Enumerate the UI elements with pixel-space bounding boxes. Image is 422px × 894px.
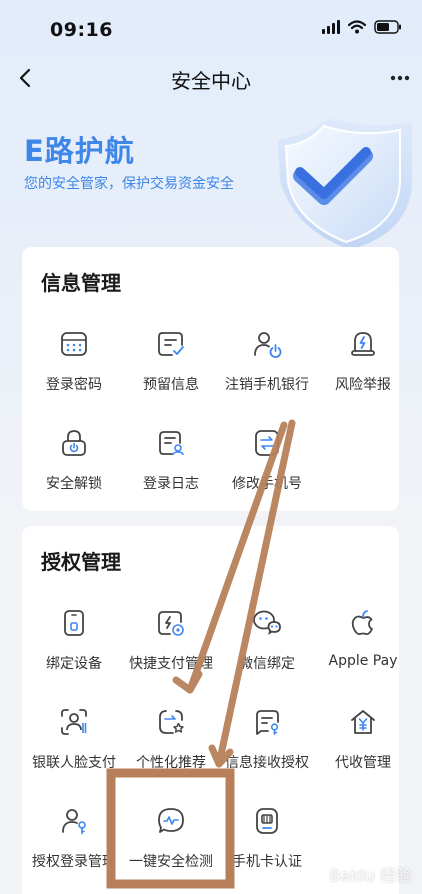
item-reserved-info[interactable]: 预留信息 <box>123 329 219 409</box>
unlock-icon <box>59 428 89 458</box>
shield-check-icon <box>262 100 422 260</box>
item-apple-pay[interactable]: Apple Pay <box>315 608 411 688</box>
item-label: 风险举报 <box>335 377 391 393</box>
security-center-page: 09:16 安全中心 E路护航 您的安全管家，保护交易资金安全 信息管理 登录密… <box>0 0 422 894</box>
item-label: 手机卡认证 <box>232 854 302 870</box>
authorization-management-card: 授权管理 绑定设备 快捷支付管理 微信绑定 Apple Pay 银联人脸支付 个… <box>22 526 399 894</box>
info-management-card: 信息管理 登录密码 预留信息 注销手机银行 风险举报 安全解锁 登录日志 修改手… <box>22 247 399 511</box>
item-label: 绑定设备 <box>46 656 102 672</box>
item-label: 安全解锁 <box>46 476 102 492</box>
item-login-log[interactable]: 登录日志 <box>123 428 219 508</box>
recommend-icon <box>156 707 186 737</box>
item-label: Apple Pay <box>328 653 398 669</box>
collection-icon <box>348 707 378 737</box>
item-unionpay-face-pay[interactable]: 银联人脸支付 <box>26 707 122 787</box>
password-keypad-icon <box>59 329 89 359</box>
change-phone-icon <box>252 428 282 458</box>
login-log-icon <box>156 428 186 458</box>
hero-title: E路护航 <box>24 134 135 168</box>
nav-bar: 安全中心 <box>0 58 422 98</box>
item-wechat-bind[interactable]: 微信绑定 <box>219 608 315 688</box>
status-bar: 09:16 <box>0 0 422 58</box>
section-title: 授权管理 <box>41 550 121 574</box>
section-title: 信息管理 <box>41 271 121 295</box>
reserved-info-icon <box>156 329 186 359</box>
cellular-signal-icon <box>322 20 340 34</box>
item-change-phone[interactable]: 修改手机号 <box>219 428 315 508</box>
apple-icon <box>348 608 378 638</box>
face-pay-icon <box>59 707 89 737</box>
item-personalized-recommend[interactable]: 个性化推荐 <box>123 707 219 787</box>
battery-icon <box>374 20 402 34</box>
wifi-icon <box>348 20 366 34</box>
item-cancel-mobile-banking[interactable]: 注销手机银行 <box>219 329 315 409</box>
item-login-auth-management[interactable]: 授权登录管理 <box>26 806 122 886</box>
sim-card-icon <box>252 806 282 836</box>
status-icons <box>322 20 402 34</box>
item-message-auth[interactable]: 信息接收授权 <box>219 707 315 787</box>
item-label: 授权登录管理 <box>32 854 116 870</box>
item-label: 代收管理 <box>335 755 391 771</box>
item-label: 登录密码 <box>46 377 102 393</box>
item-login-password[interactable]: 登录密码 <box>26 329 122 409</box>
risk-alert-icon <box>348 329 378 359</box>
user-power-icon <box>252 329 282 359</box>
item-sim-card-auth[interactable]: 手机卡认证 <box>219 806 315 886</box>
hero-banner: E路护航 您的安全管家，保护交易资金安全 <box>0 100 422 250</box>
status-time: 09:16 <box>50 19 113 41</box>
more-button[interactable] <box>388 68 412 88</box>
item-security-unlock[interactable]: 安全解锁 <box>26 428 122 508</box>
security-scan-icon <box>156 806 186 836</box>
item-quick-pay[interactable]: 快捷支付管理 <box>123 608 219 688</box>
device-bind-icon <box>59 608 89 638</box>
item-one-click-security-scan[interactable]: 一键安全检测 <box>123 806 219 886</box>
quick-pay-icon <box>156 608 186 638</box>
item-bind-device[interactable]: 绑定设备 <box>26 608 122 688</box>
hero-subtitle: 您的安全管家，保护交易资金安全 <box>24 176 234 192</box>
item-collection-management[interactable]: 代收管理 <box>315 707 411 787</box>
item-risk-report[interactable]: 风险举报 <box>315 329 411 409</box>
login-auth-icon <box>59 806 89 836</box>
item-label: 修改手机号 <box>232 476 302 492</box>
item-label: 银联人脸支付 <box>32 755 116 771</box>
message-auth-icon <box>252 707 282 737</box>
watermark: Baidu 经验 <box>329 866 412 885</box>
page-title: 安全中心 <box>171 69 251 93</box>
more-dots-icon <box>390 75 410 81</box>
wechat-icon <box>252 608 282 638</box>
